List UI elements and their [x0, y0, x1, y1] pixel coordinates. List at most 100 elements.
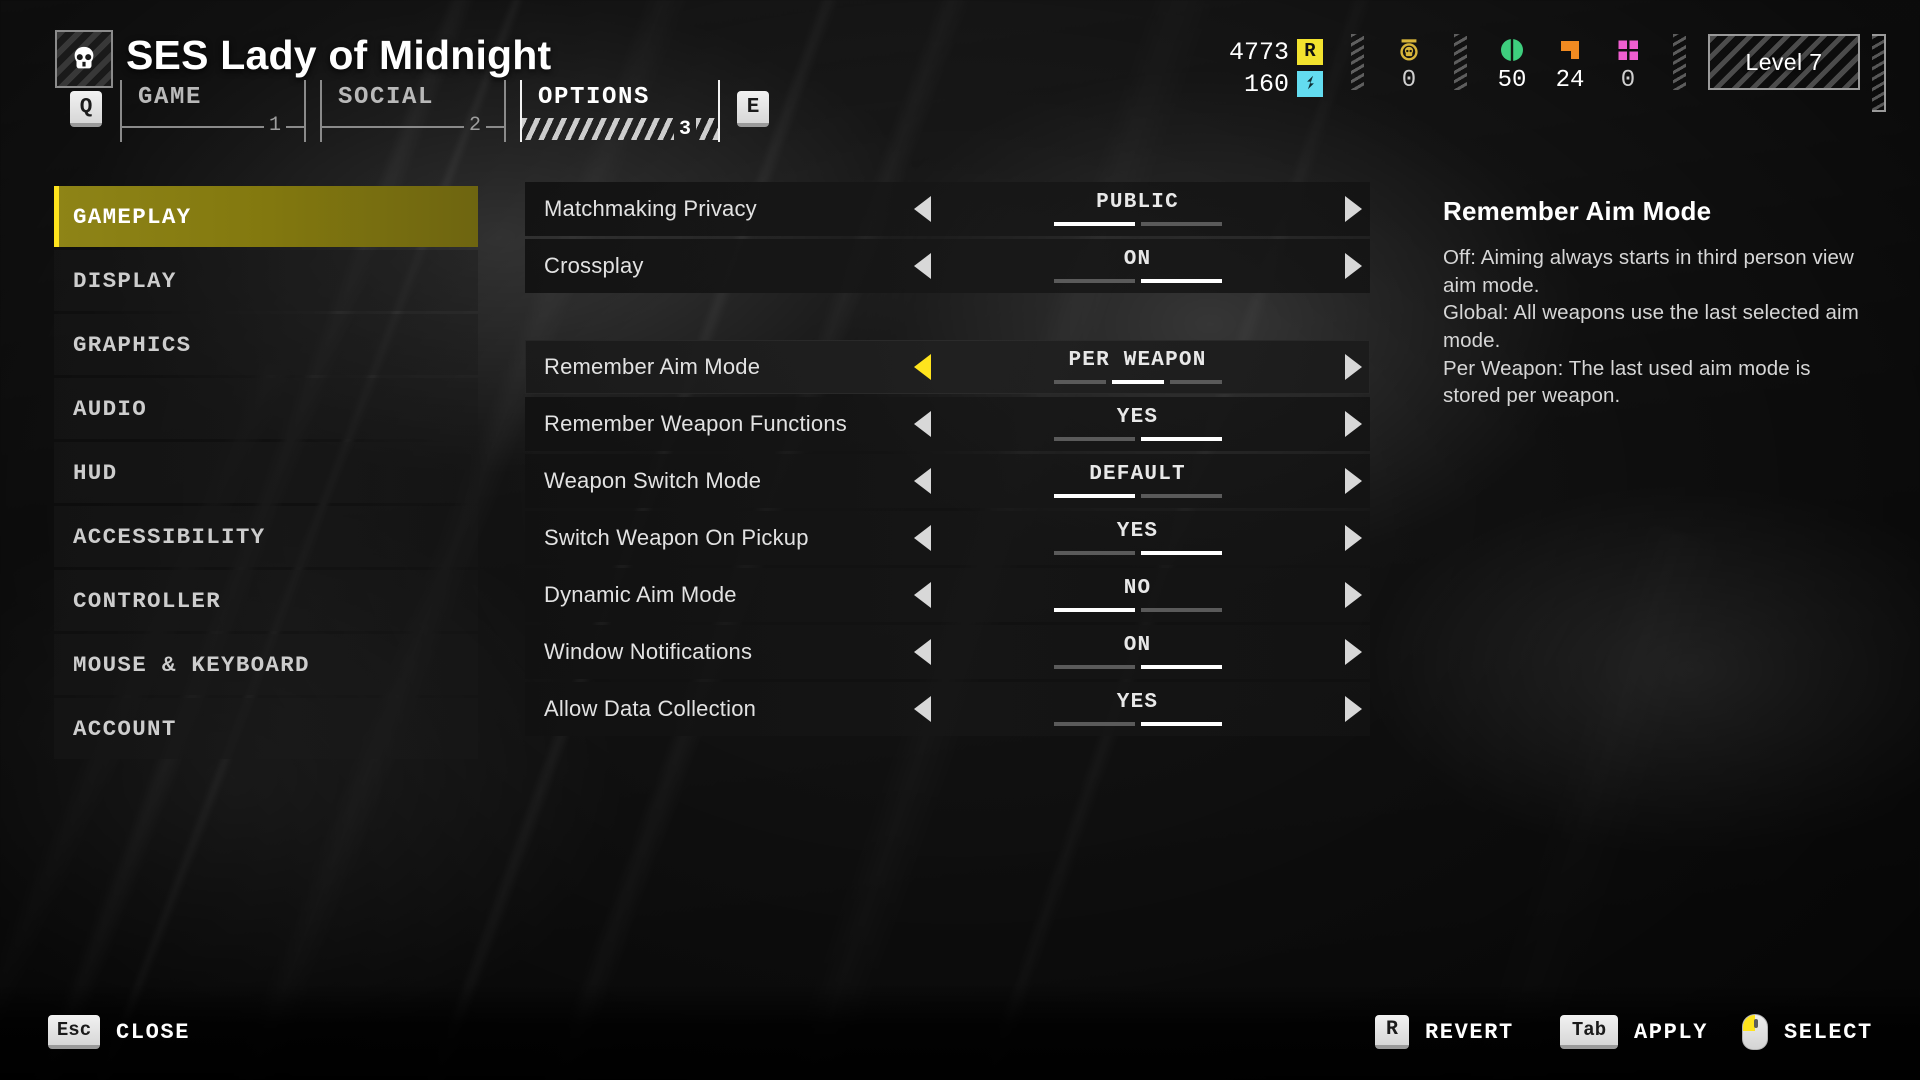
setting-prev-arrow-icon[interactable] — [905, 340, 939, 394]
setting-row[interactable]: Weapon Switch Mode DEFAULT — [525, 454, 1370, 508]
setting-next-arrow-icon[interactable] — [1336, 182, 1370, 236]
setting-row-label: Weapon Switch Mode — [544, 468, 762, 493]
tab-social-label: SOCIAL — [338, 84, 435, 111]
setting-prev-arrow-icon[interactable] — [905, 511, 939, 565]
setting-row[interactable]: Remember Weapon Functions YES — [525, 397, 1370, 451]
setting-next-arrow-icon[interactable] — [1336, 454, 1370, 508]
setting-value-group: ON — [939, 239, 1336, 293]
keycap-tab-icon: Tab — [1560, 1015, 1618, 1049]
setting-segment — [1053, 608, 1135, 612]
setting-row[interactable]: Remember Aim Mode PER WEAPON — [525, 340, 1370, 394]
setting-segment — [1053, 380, 1106, 384]
setting-next-arrow-icon[interactable] — [1336, 682, 1370, 736]
resource-divider — [1454, 34, 1467, 90]
rare-samples-value: 24 — [1555, 67, 1585, 94]
next-tab-key[interactable]: E — [737, 91, 769, 127]
hint-apply-label: APPLY — [1634, 1019, 1709, 1045]
setting-prev-arrow-icon[interactable] — [905, 682, 939, 736]
sidebar-item-label: ACCESSIBILITY — [73, 523, 266, 550]
sidebar-item-graphics[interactable]: GRAPHICS — [54, 314, 478, 375]
setting-segment — [1140, 494, 1222, 498]
sidebar-item-label: MOUSE & KEYBOARD — [73, 651, 310, 678]
resource-divider — [1673, 34, 1686, 90]
setting-segment — [1053, 722, 1135, 726]
tab-social[interactable]: SOCIAL 2 — [320, 80, 506, 142]
setting-row-label: Crossplay — [544, 253, 644, 278]
setting-prev-arrow-icon[interactable] — [905, 454, 939, 508]
setting-prev-arrow-icon[interactable] — [905, 239, 939, 293]
common-samples: 50 — [1483, 34, 1541, 93]
sidebar-item-display[interactable]: DISPLAY — [54, 250, 478, 311]
setting-row-label: Switch Weapon On Pickup — [544, 525, 809, 550]
hint-revert-label: REVERT — [1425, 1019, 1514, 1045]
setting-row-value: YES — [1116, 406, 1159, 429]
description-body: Off: Aiming always starts in third perso… — [1443, 246, 1859, 408]
tab-options-label: OPTIONS — [538, 84, 651, 111]
setting-value-group: DEFAULT — [939, 454, 1336, 508]
setting-segment — [1053, 494, 1135, 498]
sidebar-item-hud[interactable]: HUD — [54, 442, 478, 503]
hint-apply[interactable]: Tab APPLY — [1560, 1010, 1708, 1054]
sidebar-item-account[interactable]: ACCOUNT — [54, 698, 478, 759]
level-rail — [1872, 34, 1886, 112]
setting-row-value: YES — [1116, 520, 1159, 543]
setting-row[interactable]: Allow Data Collection YES — [525, 682, 1370, 736]
settings-category-sidebar: GAMEPLAY DISPLAY GRAPHICS AUDIO HUD ACCE… — [54, 186, 478, 762]
setting-next-arrow-icon[interactable] — [1336, 239, 1370, 293]
tab-social-number: 2 — [468, 114, 481, 137]
common-sample-icon — [1499, 34, 1525, 66]
setting-value-group: ON — [939, 625, 1336, 679]
hint-close[interactable]: Esc CLOSE — [48, 1010, 190, 1054]
setting-value-group: YES — [939, 397, 1336, 451]
setting-value-group: YES — [939, 511, 1336, 565]
hint-select[interactable]: SELECT — [1742, 1010, 1873, 1054]
setting-segment — [1140, 665, 1222, 669]
options-screen: SES Lady of Midnight Q GAME 1 SOCIAL 2 O… — [0, 0, 1920, 1080]
prev-tab-key[interactable]: Q — [70, 91, 102, 127]
setting-prev-arrow-icon[interactable] — [905, 568, 939, 622]
setting-segment-track — [1053, 380, 1222, 384]
setting-row[interactable]: Matchmaking Privacy PUBLIC — [525, 182, 1370, 236]
setting-next-arrow-icon[interactable] — [1336, 568, 1370, 622]
setting-prev-arrow-icon[interactable] — [905, 397, 939, 451]
setting-next-arrow-icon[interactable] — [1336, 340, 1370, 394]
sidebar-item-accessibility[interactable]: ACCESSIBILITY — [54, 506, 478, 567]
setting-row-label: Remember Weapon Functions — [544, 411, 847, 436]
super-credits-glyph — [1306, 75, 1314, 90]
setting-row-value: DEFAULT — [1089, 463, 1186, 486]
super-samples: 0 — [1599, 34, 1657, 93]
setting-row-value: ON — [1123, 248, 1152, 271]
setting-row[interactable]: Window Notifications ON — [525, 625, 1370, 679]
medals-value: 0 — [1401, 67, 1417, 94]
setting-segment — [1140, 551, 1222, 555]
setting-row[interactable]: Switch Weapon On Pickup YES — [525, 511, 1370, 565]
sidebar-item-controller[interactable]: CONTROLLER — [54, 570, 478, 631]
sidebar-item-gameplay[interactable]: GAMEPLAY — [54, 186, 478, 247]
sidebar-item-label: GAMEPLAY — [73, 203, 192, 230]
sidebar-item-mouse-keyboard[interactable]: MOUSE & KEYBOARD — [54, 634, 478, 695]
level-badge: Level 7 — [1708, 34, 1860, 90]
setting-segment-track — [1053, 279, 1222, 283]
setting-prev-arrow-icon[interactable] — [905, 625, 939, 679]
setting-segment-track — [1053, 608, 1222, 612]
sidebar-item-label: CONTROLLER — [73, 587, 222, 614]
hint-close-label: CLOSE — [116, 1019, 191, 1045]
hint-revert[interactable]: R REVERT — [1375, 1010, 1514, 1054]
resource-bar: 4773 R 160 0 50 24 0 Level 7 — [1229, 34, 1886, 112]
super-samples-value: 0 — [1620, 67, 1636, 94]
setting-row-value: NO — [1123, 577, 1152, 600]
keycap-esc-icon: Esc — [48, 1015, 100, 1049]
setting-row[interactable]: Dynamic Aim Mode NO — [525, 568, 1370, 622]
setting-value-group: PUBLIC — [939, 182, 1336, 236]
medals: 0 — [1380, 34, 1438, 93]
tab-options[interactable]: OPTIONS 3 — [520, 80, 720, 142]
tab-game[interactable]: GAME 1 — [120, 80, 306, 142]
setting-next-arrow-icon[interactable] — [1336, 511, 1370, 565]
setting-next-arrow-icon[interactable] — [1336, 625, 1370, 679]
setting-segment — [1053, 665, 1135, 669]
setting-next-arrow-icon[interactable] — [1336, 397, 1370, 451]
setting-segment — [1140, 608, 1222, 612]
sidebar-item-audio[interactable]: AUDIO — [54, 378, 478, 439]
setting-row[interactable]: Crossplay ON — [525, 239, 1370, 293]
setting-prev-arrow-icon[interactable] — [905, 182, 939, 236]
